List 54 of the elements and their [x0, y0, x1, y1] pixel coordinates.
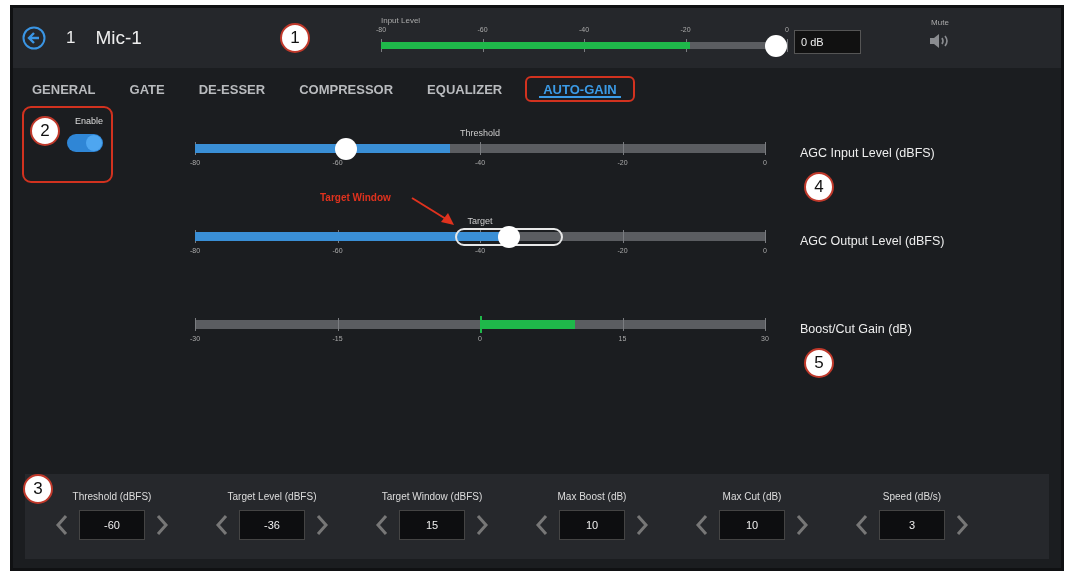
- value-field[interactable]: 10: [719, 510, 785, 540]
- decrement-button[interactable]: [695, 514, 709, 536]
- slider-label: AGC Output Level (dBFS): [800, 234, 945, 248]
- value-field[interactable]: -36: [239, 510, 305, 540]
- tab[interactable]: DE-ESSER: [187, 76, 277, 102]
- annotation-label: Target Window: [320, 192, 391, 203]
- increment-button[interactable]: [795, 514, 809, 536]
- callout-number: 5: [804, 348, 834, 378]
- speaker-icon[interactable]: [929, 32, 951, 49]
- setting-label: Speed (dB/s): [882, 491, 942, 502]
- enable-label: Enable: [74, 116, 103, 126]
- value-field[interactable]: 3: [879, 510, 945, 540]
- enable-toggle[interactable]: [67, 134, 103, 152]
- slider-caption: Threshold: [460, 128, 500, 138]
- annotation-arrow: [410, 196, 456, 226]
- value-field[interactable]: 10: [559, 510, 625, 540]
- increment-button[interactable]: [475, 514, 489, 536]
- callout-number: 2: [30, 116, 60, 146]
- value-field[interactable]: -60: [79, 510, 145, 540]
- slider-label: Boost/Cut Gain (dB): [800, 322, 912, 336]
- slider-thumb[interactable]: [498, 226, 521, 248]
- decrement-button[interactable]: [855, 514, 869, 536]
- increment-button[interactable]: [315, 514, 329, 536]
- setting-label: Target Window (dBFS): [381, 491, 483, 502]
- setting-label: Threshold (dBFS): [72, 491, 152, 502]
- increment-button[interactable]: [635, 514, 649, 536]
- increment-button[interactable]: [955, 514, 969, 536]
- decrement-button[interactable]: [535, 514, 549, 536]
- callout-number: 1: [280, 23, 310, 53]
- channel-name: Mic-1: [95, 27, 142, 49]
- setting-label: Max Cut (dB): [722, 491, 782, 502]
- tab[interactable]: GENERAL: [21, 76, 107, 102]
- tab[interactable]: COMPRESSOR: [288, 76, 405, 102]
- tab[interactable]: EQUALIZER: [416, 76, 514, 102]
- gain-value-field[interactable]: 0 dB: [794, 30, 861, 54]
- slider-label: AGC Input Level (dBFS): [800, 146, 935, 160]
- callout-number: 3: [23, 474, 53, 504]
- back-icon[interactable]: [22, 26, 46, 50]
- slider-thumb[interactable]: [335, 138, 358, 160]
- decrement-button[interactable]: [375, 514, 389, 536]
- callout-number: 4: [804, 172, 834, 202]
- slider-caption: Target: [467, 216, 493, 226]
- value-field[interactable]: 15: [399, 510, 465, 540]
- tab[interactable]: AUTO-GAIN: [525, 76, 635, 102]
- increment-button[interactable]: [155, 514, 169, 536]
- channel-number: 1: [66, 28, 76, 48]
- decrement-button[interactable]: [55, 514, 69, 536]
- setting-label: Max Boost (dB): [557, 491, 627, 502]
- fader-thumb[interactable]: [765, 34, 787, 57]
- setting-label: Target Level (dBFS): [227, 491, 317, 502]
- decrement-button[interactable]: [215, 514, 229, 536]
- tab[interactable]: GATE: [118, 76, 176, 102]
- mute-label: Mute: [931, 17, 949, 27]
- input-level-label: Input Level: [381, 15, 422, 25]
